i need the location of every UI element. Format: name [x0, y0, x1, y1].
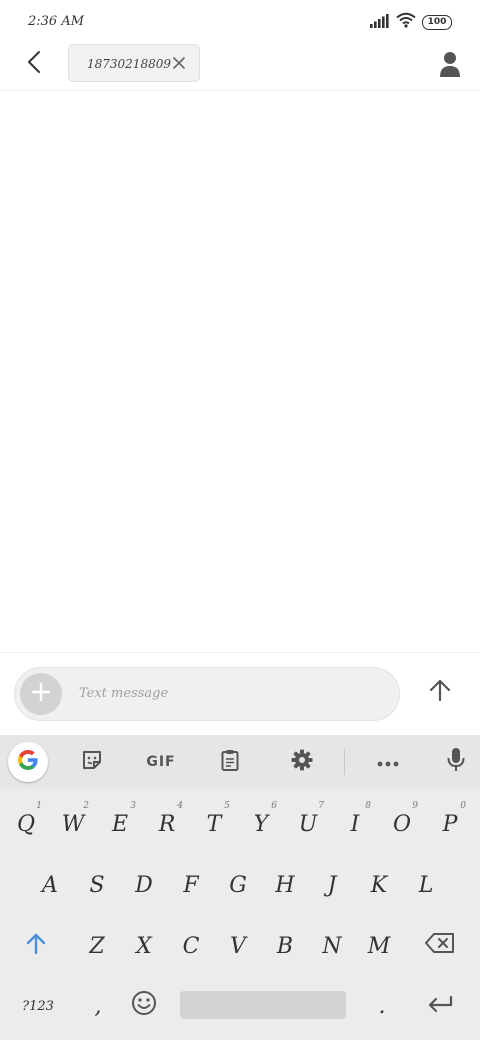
key-s[interactable]: S	[75, 860, 119, 910]
emoji-smiley-icon	[131, 990, 157, 1022]
emoji-key[interactable]	[122, 981, 166, 1031]
settings-button[interactable]	[282, 742, 322, 782]
clipboard-button[interactable]	[210, 742, 250, 782]
microphone-icon	[446, 747, 466, 777]
key-k[interactable]: K	[357, 860, 401, 910]
key-a[interactable]: A	[28, 860, 72, 910]
send-arrow-icon	[429, 678, 451, 706]
key-i[interactable]: I8	[333, 799, 377, 849]
key-x[interactable]: X	[122, 921, 166, 971]
enter-arrow-icon	[427, 994, 453, 1019]
key-u[interactable]: U7	[286, 799, 330, 849]
compose-divider	[0, 652, 480, 653]
close-icon[interactable]	[171, 55, 187, 71]
more-dots-icon	[376, 753, 400, 772]
compose-placeholder: Text message	[79, 686, 169, 701]
status-icons: 100	[370, 12, 452, 32]
status-bar: 2:36 AM 100	[0, 0, 480, 44]
sticker-icon	[80, 748, 104, 776]
text-message-input[interactable]: Text message	[14, 667, 400, 721]
attach-button[interactable]	[20, 673, 62, 715]
key-z[interactable]: Z	[75, 921, 119, 971]
key-j[interactable]: J	[310, 860, 354, 910]
send-button[interactable]	[420, 672, 460, 712]
key-c[interactable]: C	[169, 921, 213, 971]
plus-icon	[31, 682, 51, 706]
keyboard: GIF Q 1 W 2 E 3 R 4 T 5 Y 6 U 7 I 8 O 9 …	[0, 735, 480, 1040]
key-e[interactable]: E3	[98, 799, 142, 849]
gif-button[interactable]: GIF	[138, 742, 184, 782]
key-n[interactable]: N	[310, 921, 354, 971]
voice-input-button[interactable]	[436, 742, 476, 782]
toolbar-divider	[344, 749, 345, 775]
key-f[interactable]: F	[169, 860, 213, 910]
key-l[interactable]: L	[404, 860, 448, 910]
backspace-icon	[425, 933, 455, 959]
key-t[interactable]: T5	[192, 799, 236, 849]
space-bar[interactable]	[180, 991, 346, 1019]
key-h[interactable]: H	[263, 860, 307, 910]
google-button[interactable]	[8, 742, 48, 782]
contact-person-icon	[434, 52, 466, 84]
keyboard-toolbar: GIF	[0, 735, 480, 789]
backspace-key[interactable]	[418, 921, 462, 971]
comma-key[interactable]: ,	[76, 981, 120, 1031]
symbols-key[interactable]: ?123	[16, 981, 60, 1031]
key-g[interactable]: G	[216, 860, 260, 910]
enter-key[interactable]	[418, 981, 462, 1031]
signal-icon	[370, 13, 390, 32]
conversation-header: 18730218809	[0, 44, 480, 91]
contact-button[interactable]	[434, 48, 466, 80]
recipient-number: 18730218809	[87, 57, 171, 71]
key-r[interactable]: R4	[145, 799, 189, 849]
recipient-chip[interactable]: 18730218809	[68, 44, 200, 82]
wifi-icon	[396, 12, 416, 32]
settings-gear-icon	[290, 748, 314, 776]
key-p[interactable]: P0	[428, 799, 472, 849]
battery-icon: 100	[422, 14, 452, 30]
message-list[interactable]	[0, 91, 480, 652]
key-b[interactable]: B	[263, 921, 307, 971]
key-d[interactable]: D	[122, 860, 166, 910]
key-v[interactable]: V	[216, 921, 260, 971]
sticker-button[interactable]	[72, 742, 112, 782]
key-q[interactable]: Q1	[4, 799, 48, 849]
key-o[interactable]: O9	[380, 799, 424, 849]
clipboard-icon	[218, 748, 242, 776]
back-button[interactable]	[18, 48, 50, 80]
shift-arrow-icon	[26, 932, 46, 960]
shift-key[interactable]	[14, 921, 58, 971]
more-button[interactable]	[368, 742, 408, 782]
key-y[interactable]: Y6	[239, 799, 283, 849]
back-arrow-icon	[27, 50, 41, 78]
period-key[interactable]: .	[360, 981, 404, 1031]
google-g-icon	[16, 748, 40, 776]
key-m[interactable]: M	[357, 921, 401, 971]
status-time: 2:36 AM	[28, 14, 85, 29]
gif-label: GIF	[146, 754, 176, 770]
key-w[interactable]: W2	[51, 799, 95, 849]
